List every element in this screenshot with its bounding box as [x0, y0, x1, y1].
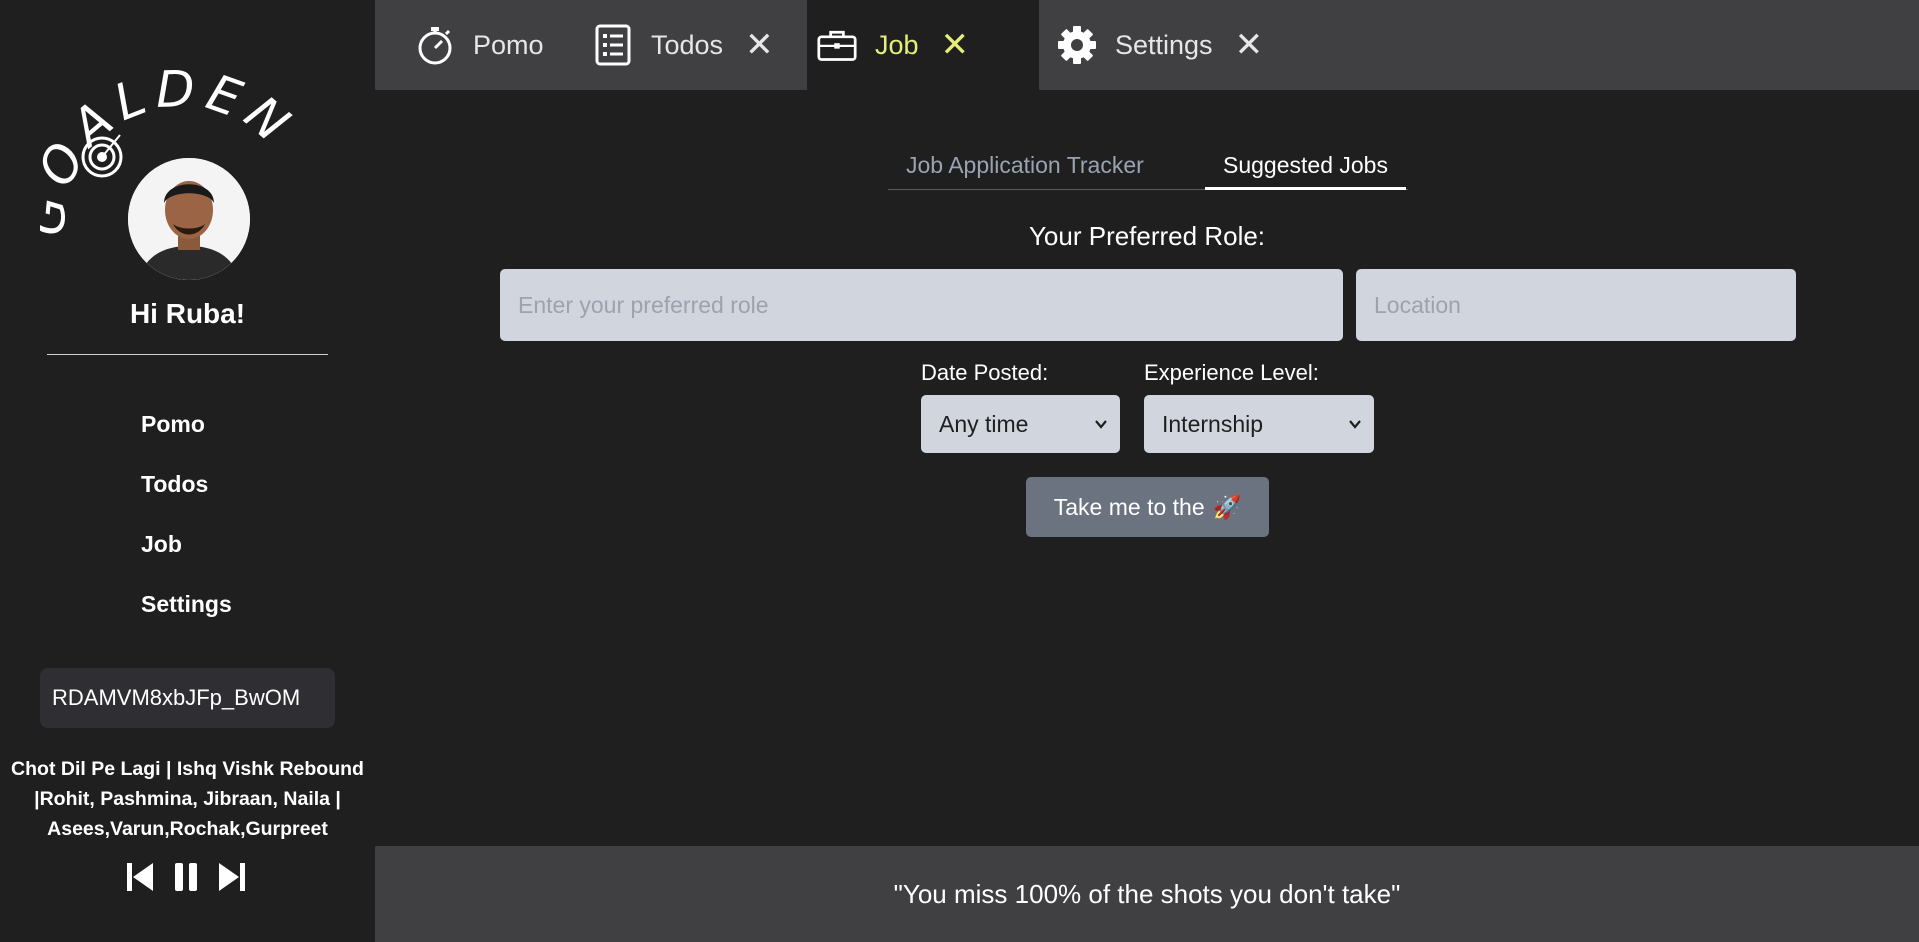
- job-subtabs: Job Application Tracker Suggested Jobs: [888, 148, 1408, 190]
- location-input[interactable]: [1356, 269, 1796, 341]
- tab-todos[interactable]: Todos ✕: [593, 0, 774, 90]
- stopwatch-icon: [415, 23, 455, 67]
- preferred-role-label: Your Preferred Role:: [1028, 221, 1266, 251]
- rocket-icon: 🚀: [1212, 493, 1242, 520]
- avatar: [128, 158, 250, 280]
- tab-settings-label: Settings: [1115, 29, 1213, 60]
- quote-footer: "You miss 100% of the shots you don't ta…: [375, 846, 1919, 942]
- date-posted-select[interactable]: Any time: [921, 395, 1120, 453]
- tab-todos-label: Todos: [651, 29, 724, 60]
- sidebar-item-job[interactable]: Job: [141, 531, 182, 558]
- video-id-input[interactable]: RDAMVM8xbJFp_BwOM: [40, 668, 335, 728]
- experience-level-select[interactable]: Internship: [1144, 395, 1374, 453]
- tab-settings[interactable]: Settings ✕: [1057, 0, 1263, 90]
- pause-icon[interactable]: [171, 862, 201, 892]
- app-logo: GOALDEN: [40, 62, 320, 287]
- subtab-job-application-tracker[interactable]: Job Application Tracker: [906, 148, 1144, 190]
- tab-pomo-label: Pomo: [473, 29, 544, 60]
- greeting: Hi Ruba!: [129, 298, 246, 329]
- motivational-quote: "You miss 100% of the shots you don't ta…: [893, 878, 1401, 909]
- player-controls: [125, 862, 247, 892]
- chevron-down-icon: [1095, 420, 1107, 429]
- close-icon[interactable]: ✕: [941, 28, 970, 62]
- experience-level-value: Internship: [1162, 410, 1264, 437]
- checklist-icon: [593, 23, 633, 67]
- close-icon[interactable]: ✕: [745, 28, 774, 62]
- search-jobs-button[interactable]: Take me to the 🚀: [1026, 477, 1269, 537]
- now-playing-title: Chot Dil Pe Lagi | Ishq Vishk Rebound |R…: [11, 758, 364, 840]
- sidebar-item-pomo[interactable]: Pomo: [141, 411, 205, 438]
- preferred-role-input[interactable]: [500, 269, 1343, 341]
- tab-pomo[interactable]: Pomo: [415, 0, 544, 90]
- tab-bar: Pomo Todos ✕ Job ✕ Settings ✕: [375, 0, 1919, 90]
- sidebar-divider: [47, 354, 328, 355]
- subtab-suggested-jobs[interactable]: Suggested Jobs: [1205, 148, 1406, 190]
- sidebar-item-settings[interactable]: Settings: [141, 591, 232, 618]
- next-track-icon[interactable]: [217, 862, 247, 892]
- chevron-down-icon: [1349, 420, 1361, 429]
- briefcase-icon: [817, 23, 857, 67]
- gear-icon: [1057, 23, 1097, 67]
- close-icon[interactable]: ✕: [1235, 28, 1264, 62]
- sidebar: GOALDEN Hi Ruba! Pomo Todos Job Set: [0, 0, 375, 942]
- previous-track-icon[interactable]: [125, 862, 155, 892]
- tab-job[interactable]: Job ✕: [807, 0, 1039, 90]
- experience-level-label: Experience Level:: [1144, 360, 1319, 385]
- date-posted-label: Date Posted:: [921, 360, 1049, 385]
- date-posted-value: Any time: [939, 410, 1029, 437]
- sidebar-item-todos[interactable]: Todos: [141, 471, 208, 498]
- tab-job-label: Job: [875, 29, 919, 60]
- search-jobs-button-label: Take me to the: [1053, 493, 1205, 520]
